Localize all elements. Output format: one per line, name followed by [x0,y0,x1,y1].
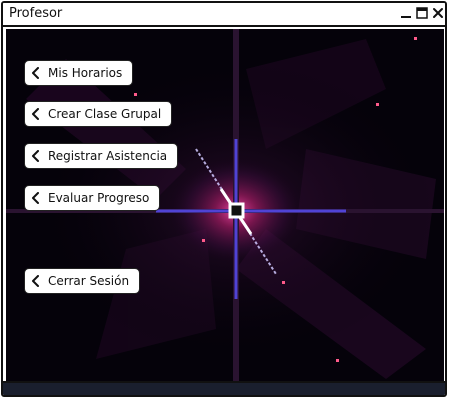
window-title: Profesor [9,6,63,21]
chevron-left-icon [31,150,41,162]
close-icon[interactable] [431,6,445,20]
crear-clase-grupal-label: Crear Clase Grupal [48,107,162,121]
app-window: Profesor Mis Horarios Crear Clase Grupal… [1,1,447,397]
minimize-icon[interactable] [399,6,413,20]
mis-horarios-label: Mis Horarios [48,66,123,80]
maximize-icon[interactable] [415,6,429,20]
chevron-left-icon [31,192,41,204]
evaluar-progreso-button[interactable]: Evaluar Progreso [24,185,161,211]
crear-clase-grupal-button[interactable]: Crear Clase Grupal [24,101,173,127]
cerrar-sesion-button[interactable]: Cerrar Sesión [24,268,141,294]
evaluar-progreso-label: Evaluar Progreso [48,191,150,205]
chevron-left-icon [31,108,41,120]
title-bar: Profesor [3,3,445,27]
chevron-left-icon [31,275,41,287]
space-background: Mis Horarios Crear Clase Grupal Registra… [6,29,444,385]
cerrar-sesion-label: Cerrar Sesión [48,274,130,288]
status-strip [3,381,445,395]
mis-horarios-button[interactable]: Mis Horarios [24,60,134,86]
registrar-asistencia-label: Registrar Asistencia [48,149,168,163]
registrar-asistencia-button[interactable]: Registrar Asistencia [24,143,179,169]
chevron-left-icon [31,67,41,79]
